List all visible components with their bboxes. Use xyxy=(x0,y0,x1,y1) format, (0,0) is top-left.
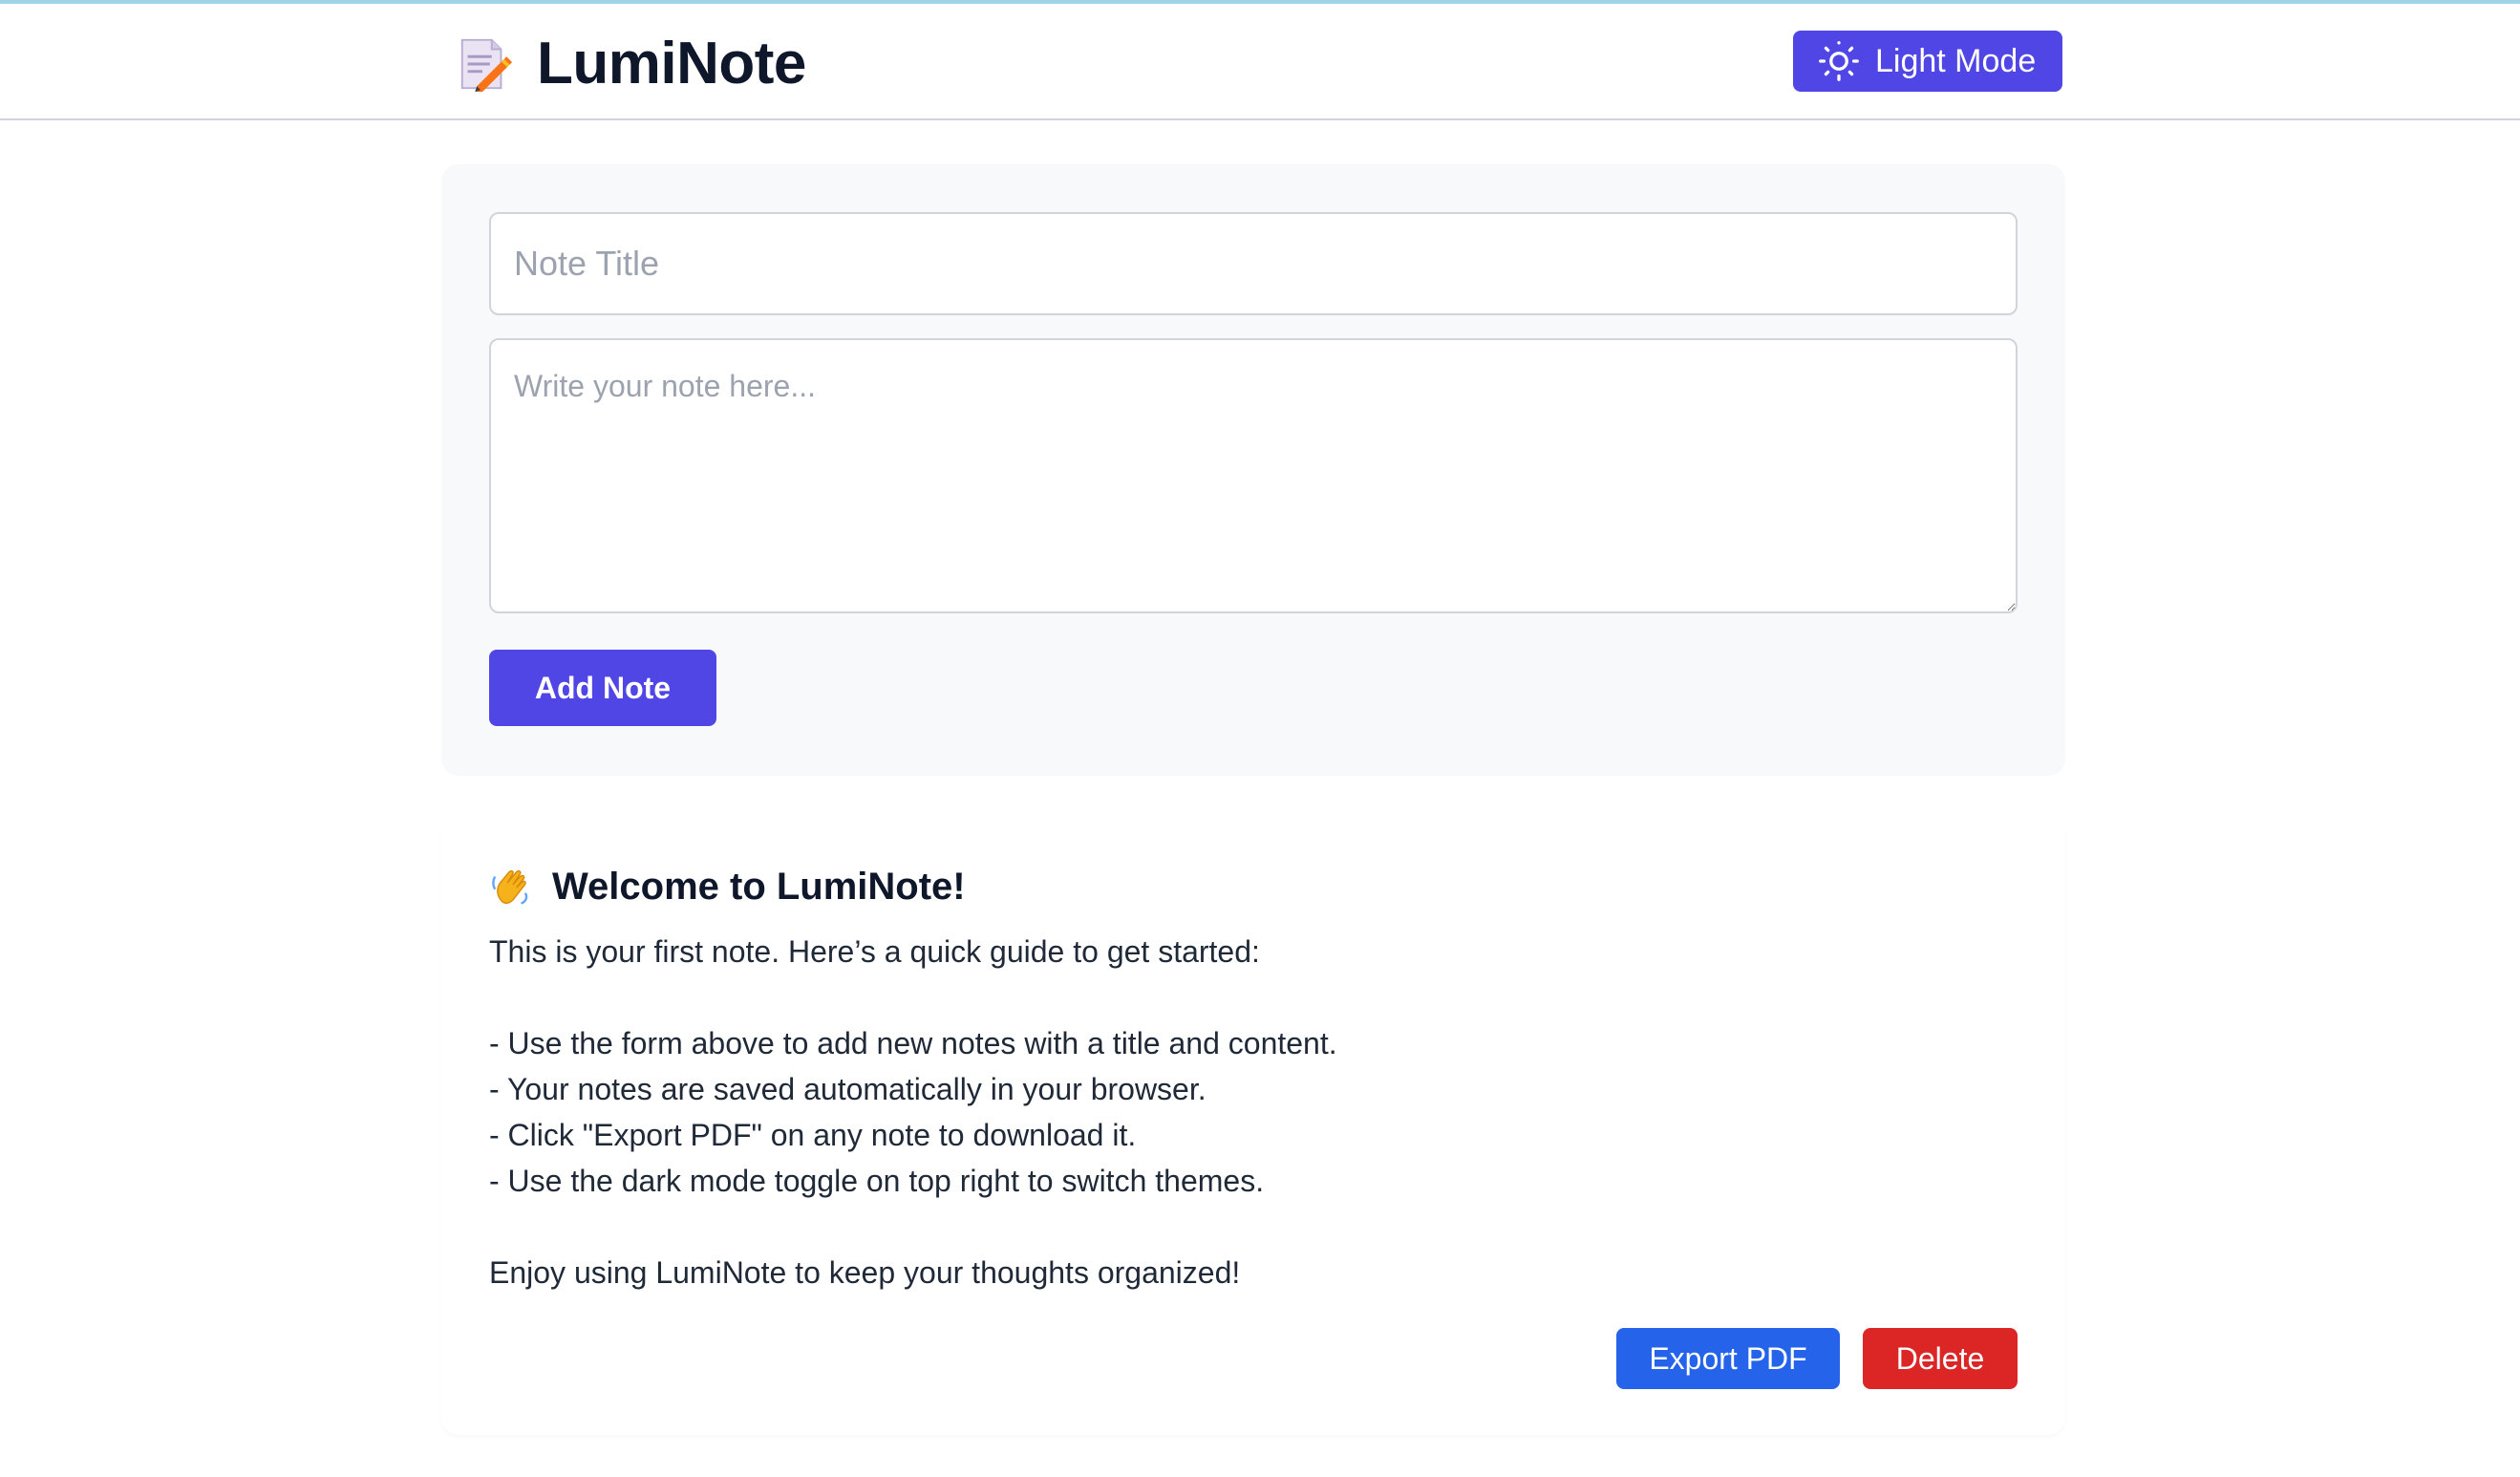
note-form: Add Note xyxy=(441,164,2065,776)
note-card: Welcome to LumiNote! This is your first … xyxy=(441,822,2065,1435)
note-content-textarea[interactable] xyxy=(489,338,2018,613)
note-heading: Welcome to LumiNote! xyxy=(489,862,966,911)
theme-toggle-label: Light Mode xyxy=(1875,42,2037,79)
note-body: This is your first note. Here’s a quick … xyxy=(489,934,1337,1290)
app-title: LumiNote xyxy=(537,31,806,96)
delete-note-button[interactable]: Delete xyxy=(1863,1328,2018,1389)
add-note-button[interactable]: Add Note xyxy=(489,650,716,726)
memo-pencil-icon xyxy=(455,34,514,94)
note-title-input[interactable] xyxy=(489,212,2018,315)
note-title: Welcome to LumiNote! xyxy=(552,866,966,908)
export-pdf-button[interactable]: Export PDF xyxy=(1616,1328,1840,1389)
waving-hand-icon xyxy=(489,865,533,909)
sun-icon xyxy=(1819,41,1859,81)
theme-toggle-button[interactable]: Light Mode xyxy=(1793,31,2062,92)
app-header: LumiNote Light Mode xyxy=(0,4,2520,120)
